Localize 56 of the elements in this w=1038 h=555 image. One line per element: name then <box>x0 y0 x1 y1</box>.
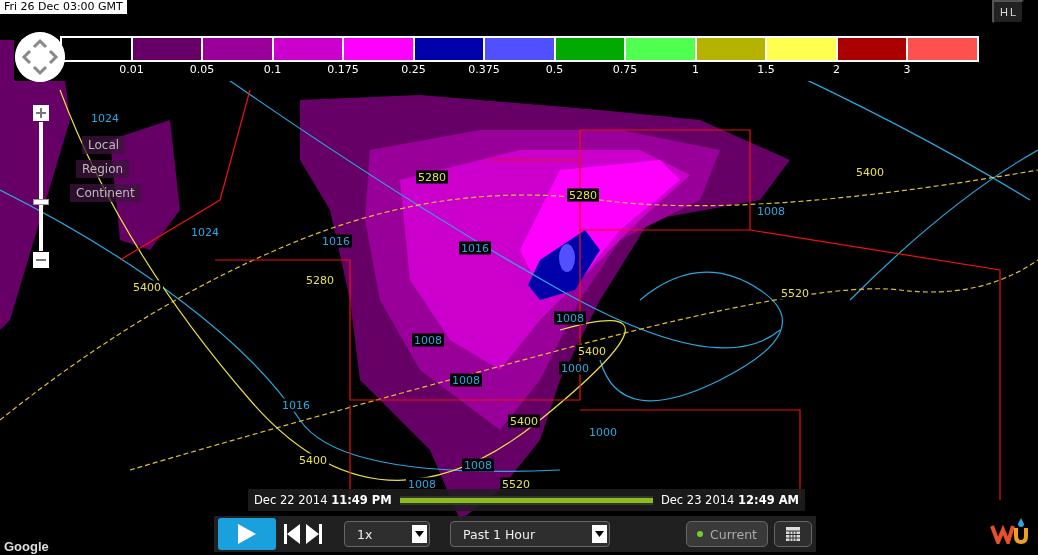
legend-label: 0.1 <box>263 63 282 76</box>
caret-icon <box>415 531 424 537</box>
play-icon <box>238 524 256 544</box>
contour-label: 1008 <box>755 204 787 218</box>
attribution-label: Google <box>4 539 49 554</box>
contour-label: 5400 <box>576 344 608 358</box>
skip-back-forward-icon <box>283 523 323 545</box>
legend-label: 0.25 <box>401 63 426 76</box>
zoom-preset-button[interactable]: Continent <box>70 184 141 202</box>
contour-label: 1008 <box>462 458 494 472</box>
contour-label: 1000 <box>559 361 591 375</box>
speed-dropdown[interactable]: 1x <box>344 521 430 547</box>
legend-label: 0.05 <box>189 63 215 76</box>
contour-label: 5400 <box>297 453 329 467</box>
contour-label: 5400 <box>508 414 540 428</box>
contour-label: 1008 <box>412 333 444 347</box>
calendar-icon <box>785 526 801 542</box>
time-range-dropdown[interactable]: Past 1 Hour <box>450 521 610 547</box>
legend-label: 3 <box>903 63 911 76</box>
contour-label: 5400 <box>854 165 886 179</box>
contour-label: 1016 <box>320 234 352 248</box>
contour-label: 1008 <box>450 373 482 387</box>
contour-label: 5280 <box>304 273 336 287</box>
zoom-preset-button[interactable]: Local <box>82 136 126 154</box>
legend-label: 0.175 <box>327 63 359 76</box>
contour-label: 5400 <box>131 280 163 294</box>
legend-label: 0.01 <box>119 63 144 76</box>
legend-label: 0.5 <box>545 63 564 76</box>
current-button[interactable]: Current <box>686 521 768 547</box>
legend-label: 0.375 <box>468 63 500 76</box>
play-button[interactable] <box>218 518 276 550</box>
contour-label: 5280 <box>567 188 599 202</box>
caret-icon <box>595 531 604 537</box>
calendar-button[interactable] <box>774 521 812 547</box>
legend-label: 1 <box>692 63 699 76</box>
zoom-slider[interactable] <box>33 122 49 251</box>
contour-label: 1016 <box>459 241 491 255</box>
timestamp-label: Fri 26 Dec 03:00 GMT <box>0 0 127 14</box>
contour-label: 1016 <box>280 398 312 412</box>
contour-label: 1008 <box>554 311 586 325</box>
contour-label: 1024 <box>89 111 121 125</box>
skip-buttons[interactable] <box>282 522 324 546</box>
end-time-label: Dec 23 2014 12:49 AM <box>660 493 799 507</box>
zoom-in-icon[interactable] <box>33 105 49 121</box>
start-time-label: Dec 22 2014 11:49 PM <box>254 493 392 507</box>
legend-label: 2 <box>833 63 840 76</box>
zoom-preset-button[interactable]: Region <box>76 160 130 178</box>
highs-lows-button[interactable]: H L <box>992 0 1024 24</box>
legend-label: 1.5 <box>757 63 775 76</box>
logo-icon <box>990 518 1028 544</box>
legend-label: 0.75 <box>612 63 638 76</box>
contour-label: 5280 <box>416 170 448 184</box>
contour-label: 1000 <box>587 425 619 439</box>
zoom-slider-thumb[interactable] <box>33 199 49 206</box>
contour-label: 1024 <box>189 225 221 239</box>
contour-label: 5520 <box>779 286 811 300</box>
